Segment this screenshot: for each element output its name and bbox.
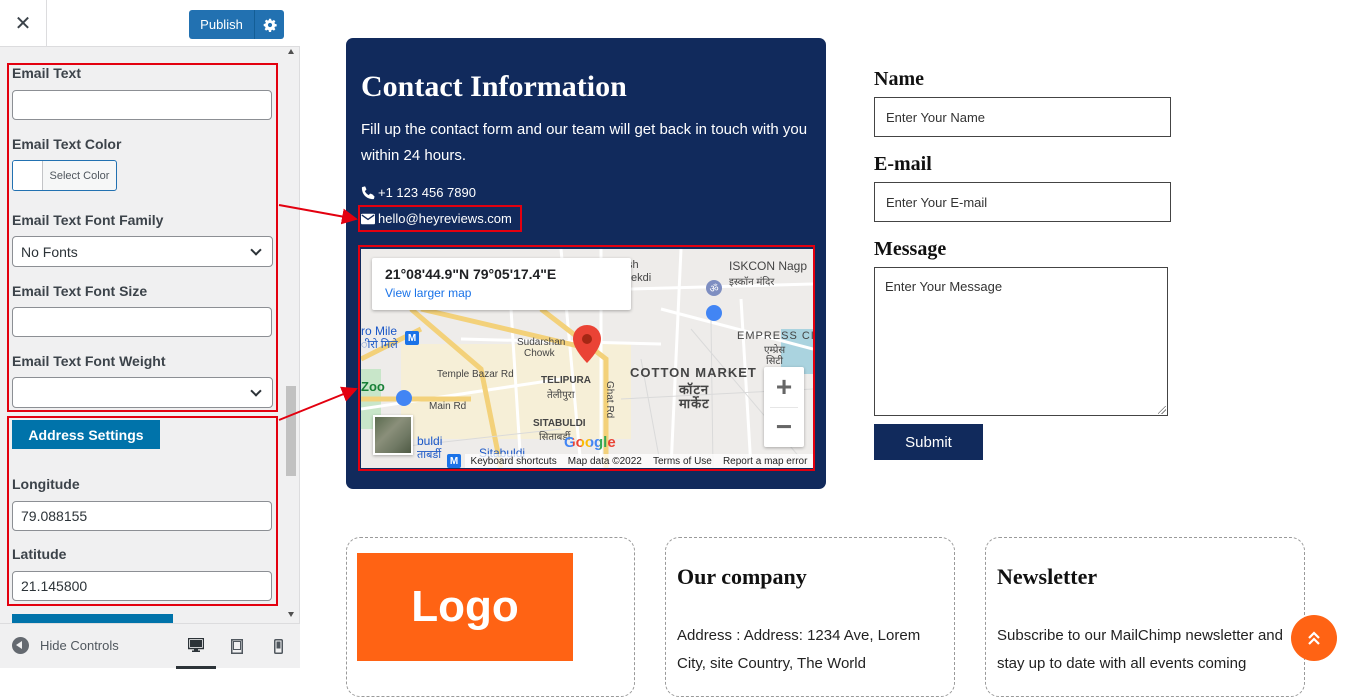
customizer-controls-panel: Email Text Email Text Color Select Color… [0, 47, 300, 623]
contact-description: Fill up the contact form and our team wi… [361, 121, 808, 164]
email-highlight-box [358, 205, 522, 232]
company-title: Our company [677, 564, 807, 589]
color-swatch [13, 161, 43, 190]
email-font-size-label: Email Text Font Size [12, 283, 148, 299]
preview-desktop-button[interactable] [176, 624, 216, 669]
preview-mobile-button[interactable] [258, 624, 298, 669]
publish-settings-button[interactable] [255, 10, 284, 39]
company-address: Address : Address: 1234 Ave, Lorem City,… [677, 627, 921, 672]
logo-card: Logo [346, 537, 635, 697]
email-font-family-label: Email Text Font Family [12, 212, 164, 228]
hide-controls-button[interactable]: Hide Controls [12, 637, 119, 654]
customizer-sidebar: ✕ Publish Email Text Email Text Color Se… [0, 0, 300, 669]
chevron-down-icon [250, 384, 262, 397]
mobile-icon [273, 639, 283, 654]
next-section-button[interactable] [12, 614, 173, 623]
scroll-down-arrow-icon[interactable] [288, 612, 294, 617]
scroll-up-arrow-icon[interactable] [288, 49, 294, 54]
customizer-header: ✕ Publish [0, 0, 300, 47]
chevron-double-up-icon [1308, 631, 1320, 645]
email-text-color-label: Email Text Color [12, 136, 122, 152]
scrollbar-thumb[interactable] [286, 386, 296, 476]
email-text-input[interactable] [12, 90, 272, 120]
publish-group: Publish [189, 10, 284, 39]
email-text-color-picker[interactable]: Select Color [12, 160, 117, 191]
newsletter-title: Newsletter [997, 564, 1098, 589]
tablet-icon [231, 639, 243, 654]
newsletter-card: Newsletter Subscribe to our MailChimp ne… [985, 537, 1305, 697]
contact-phone-text: +1 123 456 7890 [378, 185, 476, 200]
customizer-footer: Hide Controls [0, 623, 300, 669]
close-customizer-button[interactable]: ✕ [0, 0, 47, 47]
latitude-input[interactable]: 21.145800 [12, 571, 272, 601]
select-color-label: Select Color [49, 169, 110, 182]
resize-handle-icon[interactable] [1158, 406, 1166, 414]
close-icon: ✕ [14, 13, 32, 35]
gear-icon [263, 18, 277, 32]
preview-tablet-button[interactable] [217, 624, 257, 669]
hide-controls-icon [12, 637, 29, 654]
submit-button[interactable]: Submit [874, 424, 983, 460]
email-text-label: Email Text [12, 65, 81, 81]
latitude-label: Latitude [12, 546, 67, 562]
phone-icon [361, 185, 375, 199]
contact-phone: +1 123 456 7890 [361, 185, 476, 200]
address-settings-button[interactable]: Address Settings [12, 420, 160, 449]
back-to-top-button[interactable] [1291, 615, 1337, 661]
email-font-family-value: No Fonts [21, 243, 78, 260]
site-logo[interactable]: Logo [357, 553, 573, 661]
email-font-family-select[interactable]: No Fonts [12, 236, 273, 267]
name-label: Name [874, 68, 924, 90]
newsletter-text: Subscribe to our MailChimp newsletter an… [997, 627, 1283, 672]
email-label: E-mail [874, 153, 932, 175]
contact-title: Contact Information [361, 70, 627, 103]
longitude-input[interactable]: 79.088155 [12, 501, 272, 531]
controls-scrollbar[interactable] [285, 47, 297, 623]
message-label: Message [874, 238, 947, 260]
email-input[interactable]: Enter Your E-mail [874, 182, 1171, 222]
email-font-weight-select[interactable] [12, 377, 273, 408]
chevron-down-icon [250, 243, 262, 256]
map-highlight-box [358, 245, 815, 471]
publish-button[interactable]: Publish [189, 10, 255, 39]
company-card: Our company Address : Address: 1234 Ave,… [665, 537, 955, 697]
name-input[interactable]: Enter Your Name [874, 97, 1171, 137]
email-font-size-input[interactable] [12, 307, 272, 337]
longitude-label: Longitude [12, 476, 80, 492]
email-font-weight-label: Email Text Font Weight [12, 353, 166, 369]
message-textarea[interactable]: Enter Your Message [874, 267, 1168, 416]
message-placeholder: Enter Your Message [885, 279, 1003, 294]
hide-controls-label: Hide Controls [40, 638, 119, 653]
desktop-icon [188, 638, 204, 652]
